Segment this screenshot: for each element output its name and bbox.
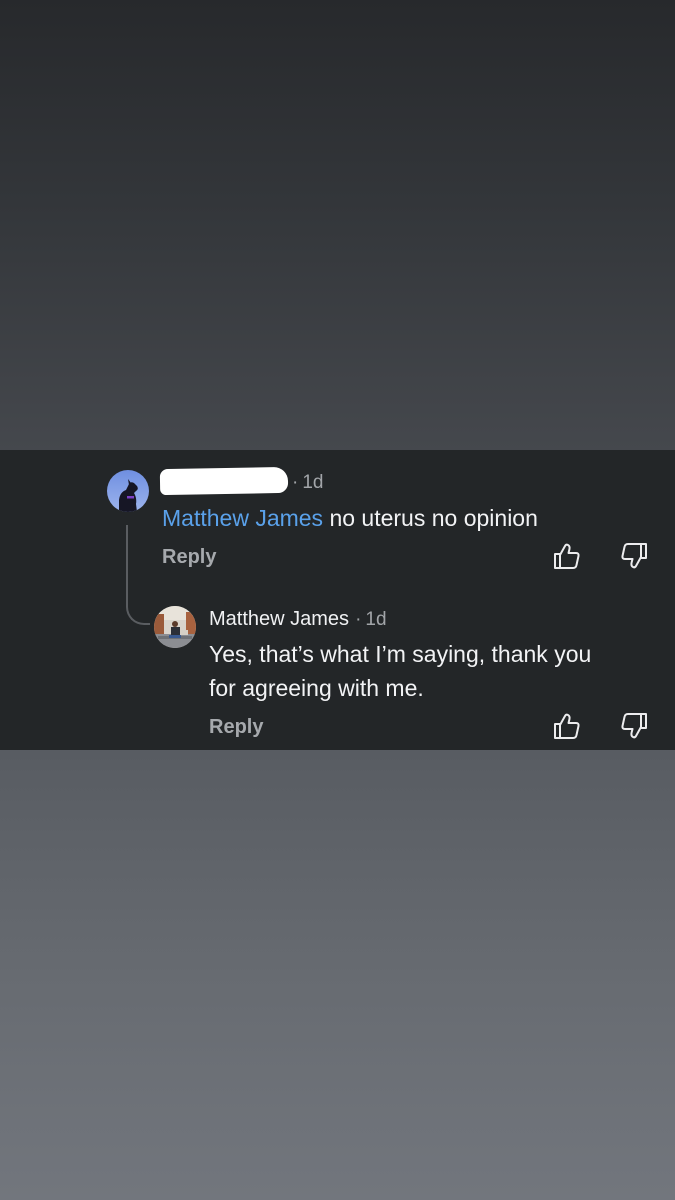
reply-button[interactable]: Reply bbox=[162, 546, 216, 569]
thumbs-down-icon[interactable] bbox=[619, 711, 649, 741]
timestamp: 1d bbox=[302, 472, 324, 493]
thread-connector-line bbox=[126, 525, 150, 625]
timestamp: 1d bbox=[365, 609, 387, 630]
thumbs-up-icon[interactable] bbox=[552, 711, 582, 741]
user-mention-link[interactable]: Matthew James bbox=[162, 505, 323, 531]
comment-body-line: Yes, that’s what I’m saying, thank you bbox=[209, 641, 592, 667]
redaction-mark bbox=[159, 466, 289, 496]
author-name[interactable]: Matthew James bbox=[209, 608, 349, 631]
thumbs-up-icon[interactable] bbox=[552, 541, 582, 571]
time-separator: · bbox=[292, 472, 299, 493]
thumbs-down-icon[interactable] bbox=[619, 541, 649, 571]
comment-thread bbox=[0, 450, 675, 750]
avatar[interactable] bbox=[107, 470, 149, 512]
avatar[interactable] bbox=[154, 606, 196, 648]
background-top bbox=[0, 0, 675, 450]
reply-button[interactable]: Reply bbox=[209, 716, 263, 739]
comment-body-line: for agreeing with me. bbox=[209, 675, 424, 701]
comment-text: Yes, that’s what I’m saying, thank you f… bbox=[209, 637, 591, 705]
comment-header: Matthew James · 1d bbox=[209, 608, 387, 631]
comment-text: Matthew James no uterus no opinion bbox=[162, 501, 538, 535]
comment-body: no uterus no opinion bbox=[323, 505, 538, 531]
background-bottom bbox=[0, 750, 675, 1200]
time-separator: · bbox=[355, 609, 362, 630]
